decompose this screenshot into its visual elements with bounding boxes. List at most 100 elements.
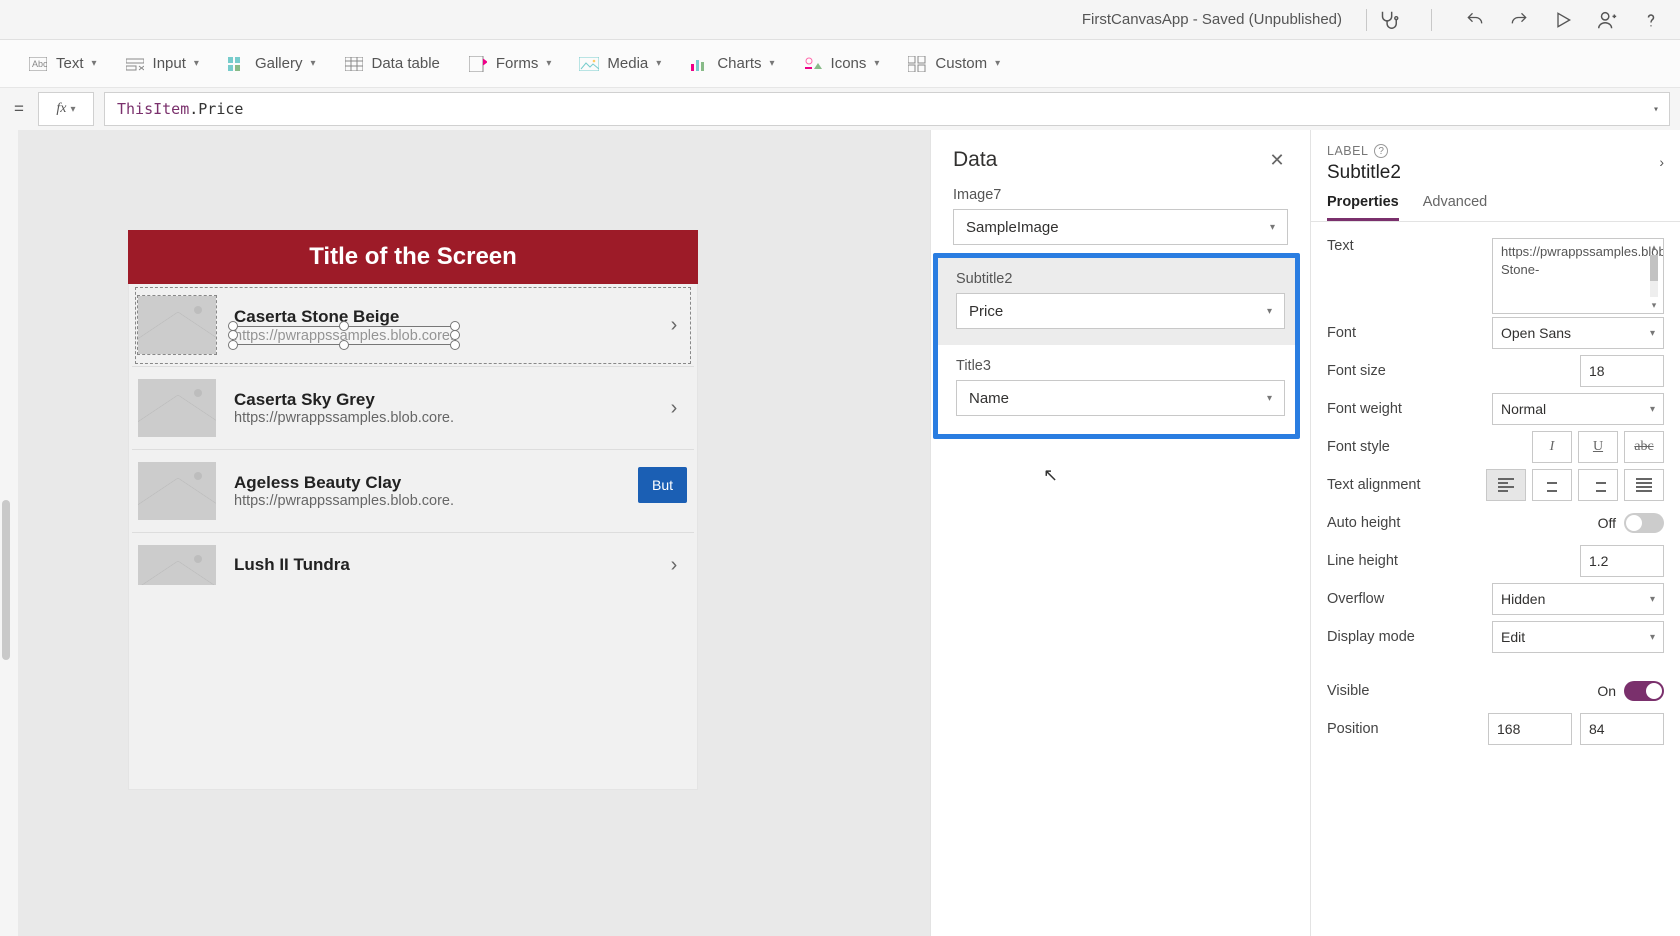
prop-label-font: Font bbox=[1327, 325, 1356, 341]
auto-height-toggle[interactable] bbox=[1624, 513, 1664, 533]
resize-handle[interactable] bbox=[450, 330, 460, 340]
resize-handle[interactable] bbox=[450, 340, 460, 350]
redo-icon[interactable] bbox=[1508, 9, 1530, 31]
expand-formula-icon[interactable]: ▾ bbox=[1653, 104, 1659, 115]
chevron-right-icon[interactable]: › bbox=[660, 314, 688, 337]
strikethrough-button[interactable]: abc bbox=[1624, 431, 1664, 463]
tab-properties[interactable]: Properties bbox=[1327, 194, 1399, 221]
svg-text:Abc: Abc bbox=[32, 59, 47, 69]
data-field-label: Title3 bbox=[956, 358, 991, 374]
ribbon-input[interactable]: Input▾ bbox=[125, 54, 199, 74]
ribbon-gallery[interactable]: Gallery▾ bbox=[227, 54, 316, 74]
prop-font-size-input[interactable]: 18 bbox=[1580, 355, 1664, 387]
prop-font-dropdown[interactable]: Open Sans▾ bbox=[1492, 317, 1664, 349]
prop-position-x-input[interactable]: 168 bbox=[1488, 713, 1572, 745]
selected-element-name: Subtitle2 bbox=[1327, 162, 1664, 184]
chevron-down-icon: ▾ bbox=[1650, 594, 1655, 605]
properties-panel: LABEL? Subtitle2 › Properties Advanced T… bbox=[1310, 130, 1680, 936]
cursor-icon: ↖ bbox=[1043, 465, 1058, 486]
gallery-item-subtitle[interactable]: https://pwrappssamples.blob.core. bbox=[234, 493, 642, 509]
fx-dropdown[interactable]: fx ▾ bbox=[38, 92, 94, 126]
visible-toggle[interactable] bbox=[1624, 681, 1664, 701]
title-bar: FirstCanvasApp - Saved (Unpublished) bbox=[0, 0, 1680, 40]
help-icon[interactable] bbox=[1640, 9, 1662, 31]
ribbon-icons-label: Icons bbox=[831, 55, 867, 72]
resize-handle[interactable] bbox=[228, 330, 238, 340]
prop-position-y-input[interactable]: 84 bbox=[1580, 713, 1664, 745]
formula-input[interactable]: ThisItem.Price ▾ bbox=[104, 92, 1670, 126]
chevron-right-icon[interactable]: › bbox=[660, 397, 688, 420]
prop-line-height-input[interactable]: 1.2 bbox=[1580, 545, 1664, 577]
image-placeholder-icon[interactable] bbox=[138, 296, 216, 354]
gallery-item[interactable]: Caserta Stone Beige https://pwrappssampl… bbox=[132, 284, 694, 367]
gallery-item[interactable]: Ageless Beauty Clay https://pwrappssampl… bbox=[132, 450, 694, 533]
prop-font-weight-dropdown[interactable]: Normal▾ bbox=[1492, 393, 1664, 425]
resize-handle[interactable] bbox=[339, 321, 349, 331]
image-placeholder-icon[interactable] bbox=[138, 545, 216, 585]
dropdown-value: Open Sans bbox=[1501, 325, 1571, 341]
scroll-thumb[interactable] bbox=[2, 500, 10, 660]
align-right-button[interactable] bbox=[1578, 469, 1618, 501]
divider bbox=[1366, 9, 1367, 31]
gallery-item[interactable]: Lush II Tundra › bbox=[132, 533, 694, 597]
custom-icon bbox=[907, 54, 927, 74]
formula-bar: = fx ▾ ThisItem.Price ▾ bbox=[0, 88, 1680, 130]
gallery-item-title[interactable]: Caserta Sky Grey bbox=[234, 390, 642, 410]
ribbon-data-table[interactable]: Data table bbox=[344, 54, 440, 74]
ribbon-custom-label: Custom bbox=[935, 55, 987, 72]
align-justify-button[interactable] bbox=[1624, 469, 1664, 501]
data-field-dropdown[interactable]: Price ▾ bbox=[956, 293, 1285, 329]
gallery-item-title[interactable]: Caserta Stone Beige bbox=[234, 307, 642, 327]
data-field-title: Title3 Name ▾ bbox=[956, 353, 1285, 420]
tab-advanced[interactable]: Advanced bbox=[1423, 194, 1488, 221]
align-left-button[interactable] bbox=[1486, 469, 1526, 501]
canvas-button[interactable]: But bbox=[638, 467, 687, 503]
gallery-item-title[interactable]: Ageless Beauty Clay bbox=[234, 473, 642, 493]
image-placeholder-icon[interactable] bbox=[138, 462, 216, 520]
chevron-down-icon: ▾ bbox=[995, 58, 1000, 69]
selected-subtitle-control[interactable]: https://pwrappssamples.blob.core. bbox=[234, 327, 454, 344]
gallery-item[interactable]: Caserta Sky Grey https://pwrappssamples.… bbox=[132, 367, 694, 450]
prop-label-font-weight: Font weight bbox=[1327, 401, 1402, 417]
resize-handle[interactable] bbox=[339, 340, 349, 350]
ribbon-media[interactable]: Media▾ bbox=[579, 54, 661, 74]
textarea-scrollbar[interactable]: ▴▾ bbox=[1647, 241, 1661, 311]
ribbon-data-table-label: Data table bbox=[372, 55, 440, 72]
ribbon-forms[interactable]: Forms▾ bbox=[468, 54, 552, 74]
prop-text-value[interactable]: https://pwrappssamples.blob.core.windows… bbox=[1492, 238, 1664, 314]
chevron-right-icon[interactable]: › bbox=[1659, 154, 1664, 170]
screen-title-text: Title of the Screen bbox=[309, 243, 517, 271]
data-field-dropdown[interactable]: SampleImage ▾ bbox=[953, 209, 1288, 245]
left-rail-scrollbar[interactable] bbox=[0, 130, 18, 936]
undo-icon[interactable] bbox=[1464, 9, 1486, 31]
ribbon-icons[interactable]: Icons▾ bbox=[803, 54, 880, 74]
prop-overflow-dropdown[interactable]: Hidden▾ bbox=[1492, 583, 1664, 615]
gallery[interactable]: Caserta Stone Beige https://pwrappssampl… bbox=[128, 284, 698, 597]
italic-button[interactable]: I bbox=[1532, 431, 1572, 463]
gallery-item-subtitle[interactable]: https://pwrappssamples.blob.core. bbox=[234, 410, 642, 426]
align-center-button[interactable] bbox=[1532, 469, 1572, 501]
resize-handle[interactable] bbox=[228, 321, 238, 331]
data-field-subtitle: Subtitle2 Price ▾ bbox=[956, 266, 1285, 333]
play-icon[interactable] bbox=[1552, 9, 1574, 31]
prop-display-mode-dropdown[interactable]: Edit▾ bbox=[1492, 621, 1664, 653]
chevron-down-icon: ▾ bbox=[1650, 632, 1655, 643]
data-field-dropdown[interactable]: Name ▾ bbox=[956, 380, 1285, 416]
screen-title-bar[interactable]: Title of the Screen bbox=[128, 230, 698, 284]
ribbon-custom[interactable]: Custom ▾ bbox=[907, 54, 1000, 74]
help-icon[interactable]: ? bbox=[1374, 144, 1388, 158]
ribbon-text[interactable]: Abc Text▾ bbox=[28, 54, 97, 74]
prop-label-overflow: Overflow bbox=[1327, 591, 1384, 607]
ribbon-charts[interactable]: Charts▾ bbox=[689, 54, 774, 74]
canvas-area[interactable]: Title of the Screen Caserta Stone Beige … bbox=[18, 130, 930, 936]
chevron-right-icon[interactable]: › bbox=[660, 554, 688, 577]
share-person-icon[interactable] bbox=[1596, 9, 1618, 31]
resize-handle[interactable] bbox=[450, 321, 460, 331]
close-icon[interactable]: ✕ bbox=[1266, 149, 1288, 171]
stethoscope-icon[interactable] bbox=[1377, 9, 1399, 31]
resize-handle[interactable] bbox=[228, 340, 238, 350]
underline-button[interactable]: U bbox=[1578, 431, 1618, 463]
screen-canvas[interactable]: Title of the Screen Caserta Stone Beige … bbox=[128, 230, 698, 790]
gallery-item-title[interactable]: Lush II Tundra bbox=[234, 555, 642, 575]
image-placeholder-icon[interactable] bbox=[138, 379, 216, 437]
